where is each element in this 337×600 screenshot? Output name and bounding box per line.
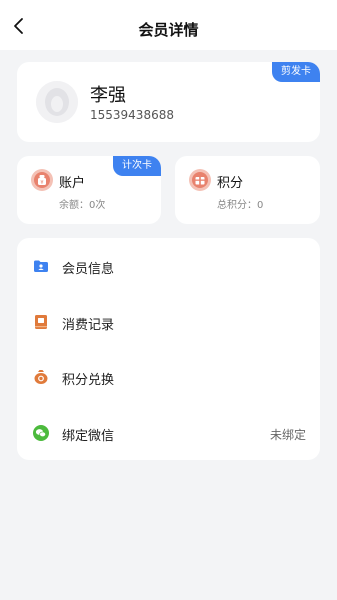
menu-label-consumption-records: 消费记录 [62,318,115,333]
page-title: 会员详情 [138,21,199,39]
menu-item-bind-wechat[interactable]: 绑定微信 未绑定 [17,405,320,460]
menu-label-points-exchange: 积分兑换 [62,373,115,388]
menu-item-member-info[interactable]: 会员信息 [17,238,320,293]
wechat-icon [33,425,49,441]
wechat-bind-status: 未绑定 [269,428,306,442]
receipt-book-icon [35,315,47,329]
money-bag-icon: ¥ [31,169,53,191]
account-card[interactable]: ¥ 账户 余额：0次 计次卡 [17,156,161,224]
menu-card: 会员信息 消费记录 积分兑换 绑定微信 未绑定 [17,238,320,460]
folder-user-icon [34,260,48,272]
svg-text:¥: ¥ [40,180,43,186]
menu-label-bind-wechat: 绑定微信 [62,429,115,444]
member-name: 李强 [90,85,126,106]
points-title: 积分 [217,176,244,191]
points-total: 总积分：0 [217,200,264,211]
member-phone: 15539438688 [90,108,174,122]
default-avatar-icon [36,81,78,123]
account-title: 账户 [59,176,86,191]
menu-label-member-info: 会员信息 [62,262,115,277]
points-card[interactable]: 积分 总积分：0 [175,156,320,224]
member-profile-card: 李强 15539438688 剪发卡 [17,62,320,142]
exchange-bag-icon [34,370,48,384]
gift-box-icon [189,169,211,191]
menu-item-points-exchange[interactable]: 积分兑换 [17,349,320,404]
card-type-badge: 剪发卡 [272,62,320,82]
navigation-bar: 会员详情 [0,0,337,50]
menu-item-consumption-records[interactable]: 消费记录 [17,294,320,349]
count-card-badge: 计次卡 [113,156,161,176]
account-balance: 余额：0次 [59,200,106,211]
